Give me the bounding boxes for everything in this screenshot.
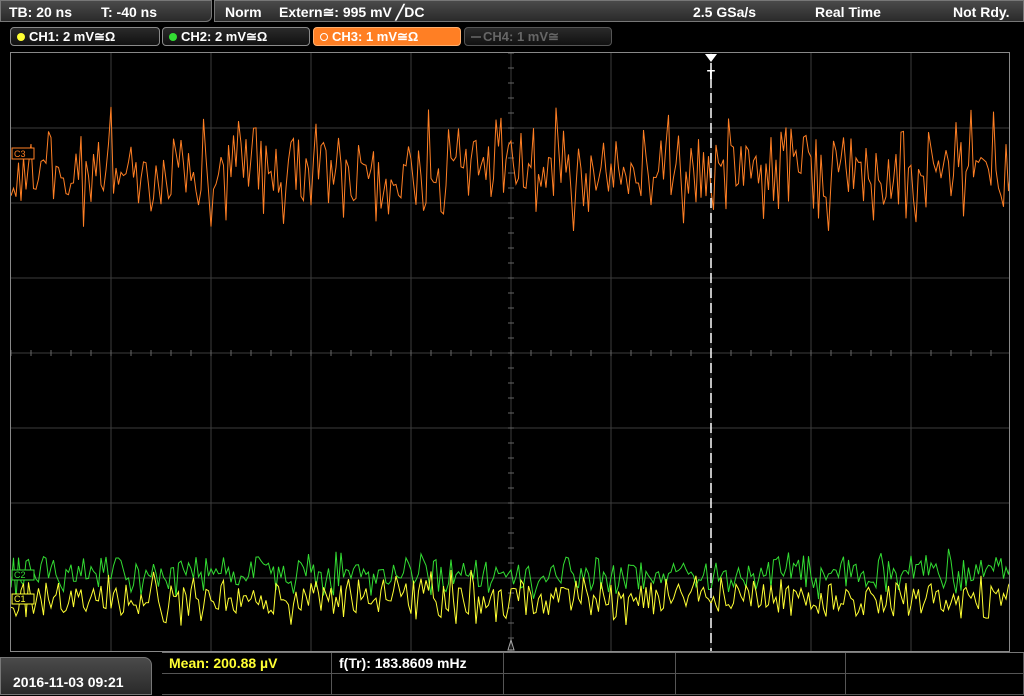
ch2-offset-marker[interactable]: C2 — [11, 569, 35, 581]
trigger-position-icon[interactable] — [705, 54, 717, 62]
waveform-display[interactable]: T C3 C2 C1 — [10, 52, 1010, 652]
ch4-indicator-icon — [471, 36, 481, 38]
measurement-cell[interactable] — [504, 674, 676, 695]
trigger-source: Extern≅: 995 mV ╱DC — [279, 4, 425, 20]
channel-tab-ch1[interactable]: CH1: 2 mV≅Ω — [10, 27, 160, 46]
acquisition-mode: Real Time — [815, 4, 881, 20]
ch4-label: CH4: 1 mV≅ — [483, 29, 559, 44]
measurement-cell[interactable] — [676, 653, 846, 674]
measurement-cell[interactable] — [846, 674, 1024, 695]
ch3-label: CH3: 1 mV≅Ω — [332, 29, 419, 44]
mean-measurement: Mean: 200.88 µV — [169, 655, 278, 671]
measurement-cell[interactable] — [504, 653, 676, 674]
ch2-marker-label: C2 — [14, 570, 26, 580]
ch2-label: CH2: 2 mV≅Ω — [181, 29, 268, 44]
measurement-cell[interactable] — [676, 674, 846, 695]
channel-tab-ch3[interactable]: CH3: 1 mV≅Ω — [313, 27, 461, 46]
ch3-marker-label: C3 — [14, 149, 26, 159]
measurement-cell-mean[interactable]: Mean: 200.88 µV — [162, 653, 332, 674]
measurement-panel[interactable]: Mean: 200.88 µV f(Tr): 183.8609 mHz — [162, 652, 1024, 696]
trigger-panel[interactable]: Norm Extern≅: 995 mV ╱DC 2.5 GSa/s Real … — [214, 0, 1024, 22]
trigger-time-readout: T: -40 ns — [101, 4, 158, 20]
measurement-cell[interactable] — [846, 653, 1024, 674]
ch1-indicator-icon — [17, 33, 25, 41]
datetime-readout: 2016-11-03 09:21 — [13, 674, 124, 690]
status-bar: TB: 20 ns T: -40 ns Norm Extern≅: 995 mV… — [0, 0, 1024, 24]
channel-tab-ch4[interactable]: CH4: 1 mV≅ — [464, 27, 612, 46]
measurement-cell-freq[interactable]: f(Tr): 183.8609 mHz — [332, 653, 504, 674]
ch2-indicator-icon — [169, 33, 177, 41]
timebase-readout: TB: 20 ns — [9, 4, 73, 20]
frequency-measurement: f(Tr): 183.8609 mHz — [339, 655, 467, 671]
trigger-position-label: T — [707, 67, 715, 82]
ch3-indicator-icon — [320, 33, 328, 41]
measurement-cell[interactable] — [162, 674, 332, 695]
waveform-canvas: T C3 C2 C1 — [11, 53, 1009, 651]
sample-rate: 2.5 GSa/s — [693, 4, 757, 20]
ch1-offset-marker[interactable]: C1 — [11, 593, 35, 605]
channel-tab-ch2[interactable]: CH2: 2 mV≅Ω — [162, 27, 310, 46]
measurement-cell[interactable] — [332, 674, 504, 695]
ch3-offset-marker[interactable]: C3 — [11, 147, 35, 160]
ch1-marker-label: C1 — [14, 594, 26, 604]
datetime-panel: 2016-11-03 09:21 — [0, 657, 152, 695]
trigger-mode: Norm — [225, 4, 262, 20]
acquisition-status: Not Rdy. — [953, 4, 1010, 20]
graticule — [11, 53, 1009, 651]
ch1-label: CH1: 2 mV≅Ω — [29, 29, 116, 44]
timebase-panel[interactable]: TB: 20 ns T: -40 ns — [0, 0, 212, 22]
